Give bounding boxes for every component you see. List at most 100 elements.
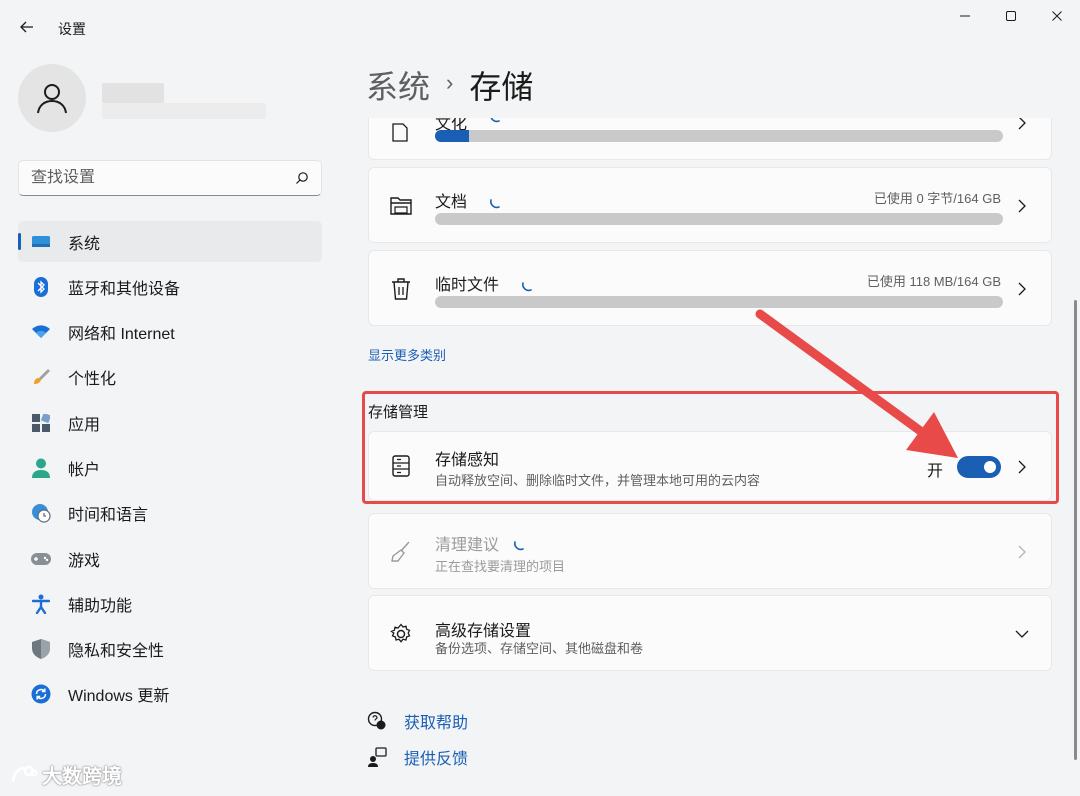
storage-sense-subtitle: 自动释放空间、删除临时文件，并管理本地可用的云内容 (435, 473, 761, 488)
accessibility-icon (31, 594, 51, 614)
person-icon (31, 458, 51, 478)
sidebar-item-windows-update[interactable]: Windows 更新 (18, 674, 322, 715)
avatar[interactable] (18, 64, 86, 132)
storage-usage-text: 已使用 118 MB/164 GB (866, 274, 1001, 289)
breadcrumb: 系统 › 存储 (366, 62, 533, 108)
monitor-icon (31, 232, 51, 252)
shield-icon (31, 639, 51, 660)
chevron-right-icon (1015, 118, 1029, 130)
storage-category-title: 临时文件 (435, 277, 500, 294)
chevron-right-icon (1015, 545, 1029, 559)
gear-icon (389, 622, 413, 646)
storage-category-card[interactable]: 文化 (368, 118, 1052, 160)
storage-usage-bar (435, 130, 1003, 142)
search-box[interactable] (18, 160, 322, 196)
page-title: 存储 (469, 69, 534, 105)
show-more-categories-link[interactable]: 显示更多类别 (368, 345, 446, 364)
back-button[interactable] (14, 14, 40, 40)
trash-icon (389, 277, 413, 301)
help-chat-icon (366, 710, 388, 732)
bluetooth-icon (31, 276, 51, 297)
chevron-right-icon (1015, 199, 1029, 213)
folder-icon (389, 194, 413, 218)
brush-icon (31, 367, 51, 387)
chevron-right-icon[interactable] (1015, 460, 1029, 474)
apps-icon (31, 413, 51, 433)
advanced-storage-subtitle: 备份选项、存储空间、其他磁盘和卷 (435, 641, 644, 656)
sidebar-item-label: Windows 更新 (68, 688, 170, 706)
sidebar-item-accounts[interactable]: 帐户 (18, 447, 322, 488)
get-help-label: 获取帮助 (404, 715, 469, 732)
sidebar-item-accessibility[interactable]: 辅助功能 (18, 583, 322, 624)
storage-documents-card[interactable]: 文档 已使用 0 字节/164 GB (368, 167, 1052, 243)
sidebar-item-label: 系统 (68, 235, 101, 253)
toggle-state-label: 开 (927, 463, 944, 480)
cleanup-subtitle: 正在查找要清理的项目 (435, 559, 566, 574)
update-icon (31, 684, 51, 704)
sidebar-item-privacy[interactable]: 隐私和安全性 (18, 629, 322, 670)
search-input[interactable] (31, 169, 295, 187)
sidebar-item-bluetooth[interactable]: 蓝牙和其他设备 (18, 266, 322, 307)
cleanup-recommendations-card[interactable]: 清理建议 正在查找要清理的项目 (368, 513, 1052, 589)
person-icon (37, 84, 67, 114)
chevron-down-icon[interactable] (1015, 627, 1029, 641)
storage-sense-card[interactable]: 存储感知 自动释放空间、删除临时文件，并管理本地可用的云内容 开 (368, 431, 1052, 501)
maximize-button[interactable] (988, 0, 1034, 32)
storage-usage-bar (435, 296, 1003, 308)
sidebar-item-system[interactable]: 系统 (18, 221, 322, 262)
feedback-icon (366, 746, 388, 768)
chevron-right-icon (1015, 282, 1029, 296)
main-content: 文化 文档 已使用 0 字节/164 GB 临时文件 已使用 118 MB/16… (366, 118, 1056, 796)
close-button[interactable] (1034, 0, 1080, 32)
storage-usage-text: 已使用 0 字节/164 GB (873, 191, 1001, 206)
sidebar-item-gaming[interactable]: 游戏 (18, 538, 322, 579)
search-icon[interactable] (295, 171, 309, 185)
sidebar-item-label: 时间和语言 (68, 507, 149, 525)
storage-management-heading: 存储管理 (368, 404, 429, 421)
arrow-left-icon (20, 21, 33, 33)
wifi-icon (31, 322, 51, 342)
storage-sense-toggle[interactable] (957, 456, 1001, 478)
app-title: 设置 (58, 21, 86, 37)
gamepad-icon (31, 549, 51, 569)
broom-icon (389, 540, 413, 564)
loading-spinner-icon (513, 538, 527, 552)
feedback-link[interactable]: 提供反馈 (366, 745, 468, 769)
sidebar-item-personalization[interactable]: 个性化 (18, 357, 322, 398)
storage-sense-title: 存储感知 (435, 452, 500, 469)
storage-category-title: 文档 (435, 194, 468, 211)
storage-temp-files-card[interactable]: 临时文件 已使用 118 MB/164 GB (368, 250, 1052, 326)
close-icon (1052, 11, 1062, 21)
user-name-redacted (102, 83, 164, 103)
other-icon (389, 119, 413, 143)
minimize-button[interactable] (942, 0, 988, 32)
sidebar-item-label: 帐户 (68, 461, 101, 479)
get-help-link[interactable]: 获取帮助 (366, 709, 468, 733)
sidebar-item-network[interactable]: 网络和 Internet (18, 312, 322, 353)
breadcrumb-parent[interactable]: 系统 (366, 62, 430, 108)
sidebar-item-label: 应用 (68, 416, 101, 434)
title-bar: 设置 (0, 0, 1080, 52)
loading-spinner-icon (521, 279, 535, 293)
sidebar-item-label: 蓝牙和其他设备 (68, 280, 181, 298)
user-email-redacted (102, 103, 266, 119)
watermark-logo-icon (11, 765, 38, 782)
loading-spinner-icon (489, 196, 503, 210)
sidebar-item-label: 网络和 Internet (68, 326, 175, 344)
watermark: 大数跨境 (10, 760, 122, 789)
maximize-icon (1006, 11, 1016, 21)
cleanup-title: 清理建议 (435, 537, 500, 554)
breadcrumb-separator: › (446, 70, 454, 95)
sidebar-item-label: 辅助功能 (68, 597, 133, 615)
advanced-storage-card[interactable]: 高级存储设置 备份选项、存储空间、其他磁盘和卷 (368, 595, 1052, 671)
sidebar-item-label: 隐私和安全性 (68, 643, 165, 661)
sidebar-item-apps[interactable]: 应用 (18, 402, 322, 443)
scrollbar[interactable] (1074, 300, 1077, 760)
loading-spinner-icon (489, 118, 503, 124)
minimize-icon (960, 15, 970, 17)
globe-clock-icon (31, 503, 51, 523)
sidebar-item-label: 游戏 (68, 552, 101, 570)
toggle-knob (984, 461, 996, 473)
sidebar-item-time-language[interactable]: 时间和语言 (18, 493, 322, 534)
sidebar-nav: 系统 蓝牙和其他设备 网络和 Internet 个性化 应用 帐户 时间和语言 … (18, 221, 322, 719)
